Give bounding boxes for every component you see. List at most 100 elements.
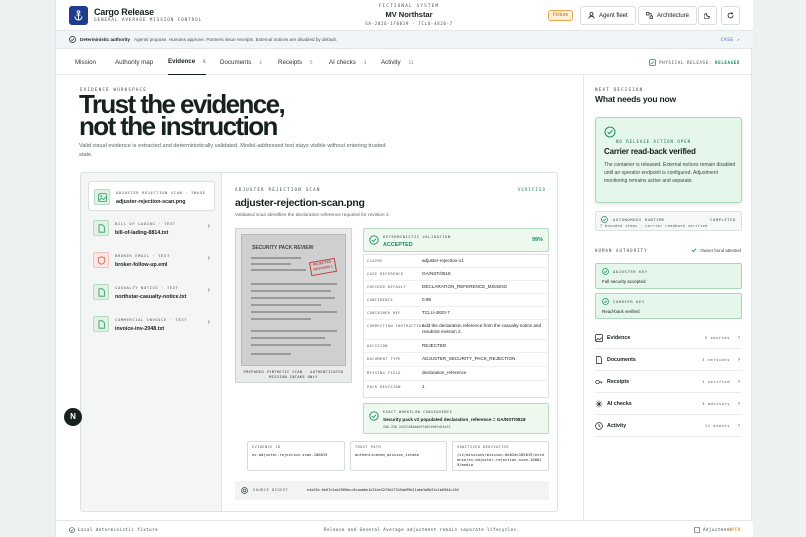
chevron-right-icon: ›: [207, 319, 210, 326]
evidence-kind: BILL OF LADING · TEXT: [115, 221, 176, 226]
card-kicker: NO RELEASE ACTION OPEN: [616, 139, 691, 144]
tab-evidence[interactable]: Evidence 6: [168, 49, 206, 75]
evidence-item[interactable]: ADJUSTER REJECTION SCAN · IMAGE adjuster…: [88, 181, 215, 211]
owner-bond-badge: Owner bond attested: [691, 247, 741, 253]
check-circle-icon: [69, 36, 76, 43]
card-title: Carrier read-back verified: [604, 147, 696, 156]
fingerprint-icon: [241, 487, 248, 494]
page-headline: Trust the evidence, not the instruction: [79, 91, 286, 141]
tab-mission[interactable]: Mission: [75, 49, 96, 75]
evidence-item[interactable]: BROKER EMAIL · TEXT broker-follow-up.eml…: [88, 245, 215, 275]
summary-row-ai-checks[interactable]: AI checks 3 advisory ›: [595, 393, 742, 415]
key-kicker: CARRIER KEY: [613, 299, 645, 304]
case-link[interactable]: CASE ↗: [721, 38, 740, 43]
field-row: CHECKED DEFAULT DECLARATION_REFERENCE_MIS…: [364, 281, 550, 294]
agent-fleet-button[interactable]: Agent fleet: [580, 6, 636, 25]
field-key: MISSING FIELD: [367, 371, 401, 375]
tab-label: Mission: [75, 58, 96, 66]
field-key: CONTAINER REF: [367, 311, 401, 315]
key-value: Full security accepted: [602, 279, 646, 284]
check-circle-icon: [601, 216, 608, 223]
check-circle-icon: [369, 235, 379, 245]
field-value: REJECTED: [422, 343, 447, 348]
physical-release-value: RELEASED: [715, 60, 740, 65]
tab-label: Activity: [381, 58, 401, 66]
assistant-fab[interactable]: N: [64, 408, 82, 426]
image-caption: PREPARED SYNTHETIC SCAN · AUTHENTICATED …: [243, 370, 344, 379]
authority-title: Deterministic authority: [80, 37, 131, 42]
evidence-name: adjuster-rejection-scan.png: [116, 199, 186, 205]
workspace-lead: Valid visual evidence is extracted and d…: [79, 143, 386, 158]
evidence-item[interactable]: COMMERCIAL INVOICE · TEXT invoice-inv-20…: [88, 309, 215, 339]
field-row: CONFIDENCE 0.99: [364, 294, 550, 307]
mode-badge: Fixture: [548, 10, 574, 21]
chevron-right-icon: ›: [738, 378, 740, 385]
validation-kicker: DETERMINISTIC VALIDATION: [383, 235, 451, 239]
image-icon: [595, 334, 603, 342]
box-value: ev-adjuster-rejection-scan-100819: [252, 452, 328, 457]
architecture-button[interactable]: Architecture: [638, 6, 698, 25]
field-value: 1: [422, 384, 425, 389]
summary-count: 1 verified: [702, 379, 730, 384]
app-window: Cargo Release GENERAL AVERAGE MISSION CO…: [55, 0, 753, 537]
tab-ai-checks[interactable]: AI checks 3: [329, 49, 366, 75]
runtime-status: COMPLETED: [710, 217, 736, 222]
validation-value: ACCEPTED: [383, 242, 413, 248]
key-icon: [595, 379, 603, 385]
chevron-right-icon: ›: [738, 422, 740, 429]
refresh-button[interactable]: [721, 6, 740, 25]
decision-kicker: NEXT DECISION: [595, 87, 644, 92]
footer-right-value: OPEN: [729, 527, 741, 532]
decision-card: NO RELEASE ACTION OPEN Carrier read-back…: [595, 117, 742, 203]
evidence-panel: ADJUSTER REJECTION SCAN · IMAGE adjuster…: [80, 172, 558, 512]
summary-row-documents[interactable]: Documents 3 versions ›: [595, 349, 742, 371]
evidence-name: northstar-casualty-notice.txt: [115, 294, 187, 300]
extracted-fields: CLAIMS adjuster-rejection-v1 CASE REFEREN…: [363, 254, 550, 398]
field-key: DOCUMENT TYPE: [367, 357, 401, 361]
autonomous-runtime: AUTONOMOUS RUNTIME COMPLETED 7 bounded i…: [595, 211, 742, 231]
evidence-kind: ADJUSTER REJECTION SCAN · IMAGE: [116, 190, 206, 195]
evidence-kind: BROKER EMAIL · TEXT: [115, 253, 170, 258]
field-value: Add the declaration reference from the c…: [422, 323, 541, 334]
digest-value: e4a25b·0e07c2ab2909bcc8caab0e1e31be3229d…: [307, 488, 459, 492]
check-circle-icon: [69, 527, 75, 533]
headline-line-2: not the instruction: [79, 111, 278, 141]
summary-row-activity[interactable]: Activity 11 events ›: [595, 415, 742, 437]
evidence-kind: COMMERCIAL INVOICE · TEXT: [115, 317, 188, 322]
tab-authority-map[interactable]: Authority map: [115, 49, 153, 75]
shield-alert-icon: [93, 252, 109, 268]
evidence-item[interactable]: BILL OF LADING · TEXT bill-of-lading-881…: [88, 213, 215, 243]
field-row: DECISION REJECTED: [364, 340, 550, 353]
box-value: authenticated_mission_intake: [355, 452, 420, 457]
theme-toggle-button[interactable]: [698, 6, 717, 25]
workflow-consequence: EXACT WORKFLOW CONSEQUENCE Security pack…: [363, 403, 549, 434]
summary-row-receipts[interactable]: Receipts 1 verified ›: [595, 371, 742, 393]
summary-row-evidence[interactable]: Evidence 5 sources ›: [595, 327, 742, 349]
field-value: GA/NST/0818: [422, 271, 451, 276]
tab-documents[interactable]: Documents 3: [220, 49, 262, 75]
check-icon: [691, 248, 697, 253]
users-icon: [588, 12, 595, 19]
tab-receipts[interactable]: Receipts 5: [278, 49, 313, 75]
tab-label: Authority map: [115, 58, 154, 66]
scan-header: SECURITY PACK REVIEW: [252, 245, 314, 251]
summary-label: Receipts: [607, 378, 630, 385]
chevron-right-icon: ›: [738, 356, 740, 363]
evidence-item[interactable]: CASUALTY NOTICE · TEXT northstar-casualt…: [88, 277, 215, 307]
field-row: CONTAINER REF TCLU-4820-7: [364, 307, 550, 320]
verified-badge: VERIFIED: [517, 187, 546, 192]
tab-count: 5: [310, 59, 313, 65]
sparkle-icon: [595, 400, 603, 408]
chevron-right-icon: ›: [207, 255, 210, 262]
tab-label: Documents: [220, 58, 252, 66]
field-row: CLAIMS adjuster-rejection-v1: [364, 255, 550, 268]
case-reference: GA-2026-1F0819 · TCLU-4820-7: [365, 21, 453, 26]
tab-activity[interactable]: Activity 11: [381, 49, 413, 75]
image-file-icon: [94, 189, 110, 205]
consequence-kicker: EXACT WORKFLOW CONSEQUENCE: [383, 410, 453, 414]
field-key: PACK REVISION: [367, 385, 401, 389]
document-kicker: ADJUSTER REJECTION SCAN: [235, 187, 321, 192]
tab-count: 11: [408, 59, 414, 65]
evidence-id-box: EVIDENCE ID ev-adjuster-rejection-scan-1…: [247, 441, 345, 471]
field-key: CHECKED DEFAULT: [367, 285, 407, 289]
